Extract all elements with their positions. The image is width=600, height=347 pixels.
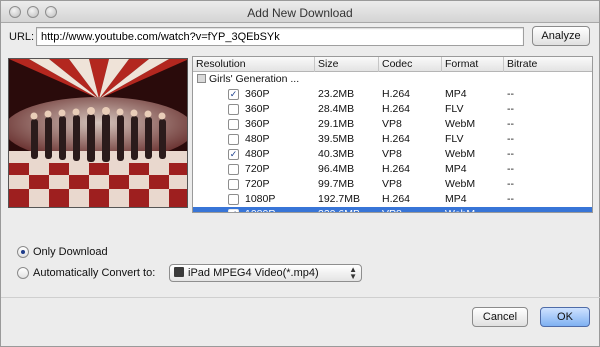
video-preview (8, 58, 188, 208)
row-checkbox[interactable]: ✓ (228, 209, 239, 212)
table-row[interactable]: ✓ 480P 40.3MB VP8 WebM -- (193, 147, 592, 162)
cell-resolution: 360P (245, 103, 270, 115)
cell-bitrate: -- (507, 193, 514, 205)
cell-size: 40.3MB (318, 148, 355, 160)
cell-resolution: 360P (245, 88, 270, 100)
cell-size: 96.4MB (318, 163, 355, 175)
cell-bitrate: -- (507, 207, 514, 212)
add-download-dialog: Add New Download URL: Analyze (0, 0, 600, 347)
cell-resolution: 720P (245, 178, 270, 190)
cell-resolution: 1080P (245, 193, 276, 205)
column-header-bitrate[interactable]: Bitrate (504, 57, 592, 72)
table-row[interactable]: 480P 39.5MB H.264 FLV -- (193, 132, 592, 147)
row-checkbox[interactable] (228, 119, 239, 130)
cell-format: WebM (445, 178, 476, 190)
cell-format: FLV (445, 133, 464, 145)
device-icon (174, 267, 184, 277)
cell-size: 39.5MB (318, 133, 355, 145)
cell-bitrate: -- (507, 133, 514, 145)
table-row[interactable]: 720P 99.7MB VP8 WebM -- (193, 177, 592, 192)
cell-codec: VP8 (382, 207, 402, 212)
cell-codec: VP8 (382, 148, 402, 160)
url-input[interactable] (36, 27, 524, 46)
group-title: Girls' Generation ... (209, 73, 300, 85)
cancel-button[interactable]: Cancel (472, 307, 528, 327)
footer-divider (1, 297, 600, 298)
row-checkbox[interactable]: ✓ (228, 149, 239, 160)
cell-format: WebM (445, 148, 476, 160)
cell-format: WebM (445, 118, 476, 130)
download-options (1, 232, 600, 292)
cell-codec: H.264 (382, 133, 411, 145)
only-download-label[interactable]: Only Download (33, 246, 108, 258)
cell-codec: H.264 (382, 193, 411, 205)
only-download-radio[interactable] (17, 246, 29, 258)
column-header-size[interactable]: Size (315, 57, 379, 72)
collapse-toggle-icon[interactable] (197, 74, 206, 83)
video-thumbnail-image (9, 59, 187, 207)
table-row[interactable]: 1080P 192.7MB H.264 MP4 -- (193, 192, 592, 207)
cell-resolution: 720P (245, 163, 270, 175)
table-row[interactable]: ✓ 360P 23.2MB H.264 MP4 -- (193, 87, 592, 102)
cell-codec: H.264 (382, 103, 411, 115)
cell-size: 28.4MB (318, 103, 355, 115)
auto-convert-radio[interactable] (17, 267, 29, 279)
list-header: Resolution Size Codec Format Bitrate (193, 57, 592, 72)
cell-format: MP4 (445, 163, 467, 175)
cell-resolution: 480P (245, 133, 270, 145)
cell-format: WebM (445, 207, 475, 212)
row-checkbox[interactable] (228, 164, 239, 175)
cell-codec: VP8 (382, 178, 402, 190)
convert-format-value: iPad MPEG4 Video(*.mp4) (188, 267, 319, 279)
group-row[interactable]: Girls' Generation ... (193, 72, 592, 87)
updown-arrows-icon: ▲ ▼ (349, 265, 357, 281)
window-title: Add New Download (247, 6, 353, 20)
column-header-resolution[interactable]: Resolution (193, 57, 315, 72)
cell-bitrate: -- (507, 103, 514, 115)
cell-bitrate: -- (507, 178, 514, 190)
column-header-format[interactable]: Format (442, 57, 504, 72)
row-checkbox[interactable]: ✓ (228, 89, 239, 100)
cell-codec: H.264 (382, 163, 411, 175)
cell-format: MP4 (445, 88, 467, 100)
analyze-button[interactable]: Analyze (532, 26, 590, 46)
table-row[interactable]: 720P 96.4MB H.264 MP4 -- (193, 162, 592, 177)
row-checkbox[interactable] (228, 179, 239, 190)
cell-size: 23.2MB (318, 88, 355, 100)
table-row[interactable]: ✓ 1080P 220.6MB VP8 WebM -- (193, 207, 592, 212)
cell-bitrate: -- (507, 148, 514, 160)
cell-bitrate: -- (507, 88, 514, 100)
column-header-codec[interactable]: Codec (379, 57, 442, 72)
format-list[interactable]: Resolution Size Codec Format Bitrate Gir… (192, 56, 593, 213)
cell-format: FLV (445, 103, 464, 115)
cell-bitrate: -- (507, 163, 514, 175)
cell-size: 99.7MB (318, 178, 355, 190)
ok-button[interactable]: OK (540, 307, 590, 327)
title-bar: Add New Download (1, 1, 599, 23)
cell-size: 29.1MB (318, 118, 355, 130)
cell-size: 220.6MB (318, 207, 360, 212)
table-row[interactable]: 360P 28.4MB H.264 FLV -- (193, 102, 592, 117)
table-row[interactable]: 360P 29.1MB VP8 WebM -- (193, 117, 592, 132)
row-checkbox[interactable] (228, 134, 239, 145)
cell-codec: H.264 (382, 88, 411, 100)
cell-size: 192.7MB (318, 193, 361, 205)
group-label: Girls' Generation ... (197, 72, 299, 87)
cell-resolution: 1080P (245, 207, 275, 212)
row-checkbox[interactable] (228, 194, 239, 205)
cell-resolution: 480P (245, 148, 270, 160)
row-checkbox[interactable] (228, 104, 239, 115)
auto-convert-label[interactable]: Automatically Convert to: (33, 267, 155, 279)
cell-resolution: 360P (245, 118, 270, 130)
url-label: URL: (9, 31, 35, 43)
cell-codec: VP8 (382, 118, 402, 130)
convert-format-select[interactable]: iPad MPEG4 Video(*.mp4) ▲ ▼ (169, 264, 362, 282)
cell-bitrate: -- (507, 118, 514, 130)
cell-format: MP4 (445, 193, 467, 205)
